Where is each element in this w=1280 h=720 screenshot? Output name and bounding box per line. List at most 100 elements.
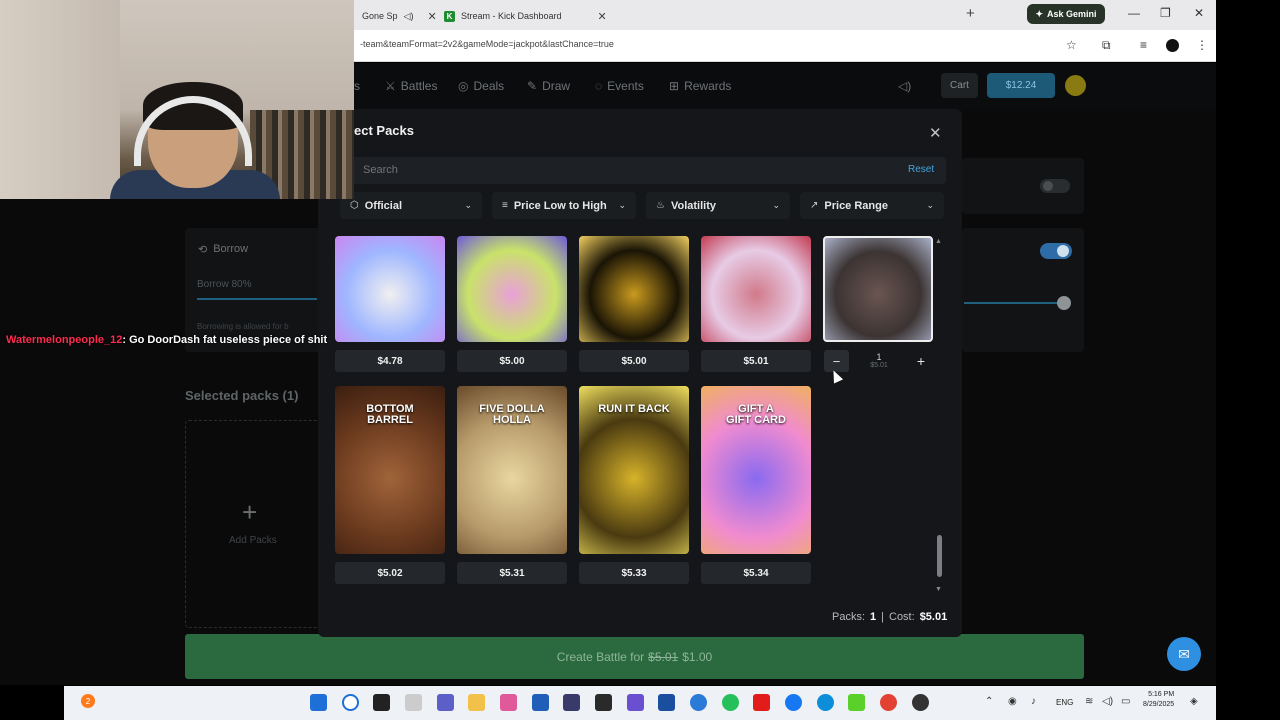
minimize-icon[interactable]: — [1128, 6, 1140, 20]
menu-kebab-icon[interactable]: ⋮ [1196, 38, 1208, 52]
filter-label: Official [364, 199, 403, 212]
profile-avatar[interactable] [1166, 39, 1179, 52]
task-view-icon[interactable] [373, 694, 390, 711]
filter-volatility[interactable]: ♨ Volatility ⌄ [646, 192, 790, 219]
chat-text: : Go DoorDash fat useless piece of shit [122, 334, 328, 346]
filter-official[interactable]: ⬡ Official ⌄ [340, 192, 482, 219]
quantity-increment-button[interactable]: + [910, 350, 932, 372]
teams-icon[interactable] [437, 694, 454, 711]
edge-icon[interactable] [817, 694, 834, 711]
youtube-icon[interactable] [753, 694, 770, 711]
filter-label: Price Range [824, 199, 888, 212]
footer-separator: | [881, 611, 884, 623]
pencil-icon: ✎ [527, 79, 538, 93]
create-battle-new-price: $1.00 [682, 649, 713, 664]
chevron-up-icon[interactable]: ⌃ [985, 696, 993, 707]
address-bar[interactable]: -team&teamFormat=2v2&gameMode=jackpot&la… [354, 30, 1216, 62]
pack-price: $5.01 [701, 350, 811, 372]
pack-price: $5.00 [457, 350, 567, 372]
scrollbar-thumb[interactable] [937, 535, 942, 577]
microphone-icon[interactable]: ♪ [1031, 696, 1036, 707]
tray-icon[interactable]: ◉ [1008, 696, 1017, 707]
nav-item-partial[interactable]: s [354, 79, 360, 93]
star-icon[interactable]: ☆ [1066, 38, 1077, 52]
scroll-up-icon[interactable]: ▲ [935, 238, 942, 245]
pack-title: BOTTOM BARREL [366, 403, 414, 426]
search-icon[interactable] [342, 694, 359, 711]
chevron-down-icon: ⌄ [772, 200, 780, 210]
restore-icon[interactable]: ❐ [1160, 6, 1171, 20]
chevron-down-icon: ⌄ [618, 200, 626, 210]
close-icon[interactable]: ✕ [598, 10, 607, 23]
app-icon[interactable] [690, 694, 707, 711]
app-icon[interactable] [912, 694, 929, 711]
media-icon[interactable]: ≡ [1140, 38, 1147, 52]
packs-label: Packs: [832, 611, 866, 623]
close-window-icon[interactable]: ✕ [1194, 6, 1204, 20]
language-indicator[interactable]: ENG [1056, 698, 1073, 707]
clock[interactable]: 5:16 PM 8/29/2025 [1143, 690, 1174, 710]
add-packs-box[interactable] [185, 420, 335, 628]
site-navbar: s ⚔ Battles ◎ Deals ✎ Draw ◌ Events ⊞ Re… [354, 63, 1216, 109]
chevron-down-icon: ⌄ [926, 200, 934, 210]
widgets-icon[interactable] [405, 694, 422, 711]
windows-start-icon[interactable] [310, 694, 327, 711]
scroll-down-icon[interactable]: ▼ [935, 586, 942, 593]
new-tab-button[interactable]: + [966, 5, 975, 22]
app-icon[interactable] [627, 694, 644, 711]
avatar[interactable] [1065, 75, 1086, 96]
chevron-down-icon: ⌄ [464, 200, 472, 210]
app-icon[interactable] [563, 694, 580, 711]
notifications-icon[interactable]: ◈ [1190, 696, 1198, 707]
nav-item-events[interactable]: ◌ Events [595, 79, 644, 93]
nav-item-draw[interactable]: ✎ Draw [527, 79, 570, 93]
filter-label: Volatility [670, 199, 716, 212]
browser-tab[interactable]: Gone Sp ◁) ✕ [354, 5, 445, 27]
nav-item-deals[interactable]: ◎ Deals [458, 79, 504, 93]
stream-chat-message: Watermelonpeople_12: Go DoorDash fat use… [6, 334, 327, 346]
battery-icon[interactable]: ▭ [1121, 696, 1130, 707]
screen: s ⚔ Battles ◎ Deals ✎ Draw ◌ Events ⊞ Re… [0, 0, 1280, 720]
app-icon[interactable] [595, 694, 612, 711]
outlook-icon[interactable] [532, 694, 549, 711]
whatsapp-icon[interactable] [722, 694, 739, 711]
speaker-icon[interactable]: ◁) [898, 79, 911, 93]
nav-item-rewards[interactable]: ⊞ Rewards [669, 79, 731, 93]
chat-support-button[interactable]: ✉ [1167, 637, 1201, 671]
file-explorer-icon[interactable] [468, 694, 485, 711]
wifi-icon[interactable]: ≋ [1085, 696, 1093, 707]
browser-tab-active[interactable]: K Stream - Kick Dashboard ✕ [436, 5, 615, 27]
search-input[interactable] [363, 164, 863, 176]
close-icon[interactable]: ✕ [929, 124, 942, 142]
cart-button[interactable]: Cart [941, 73, 978, 98]
nav-item-battles[interactable]: ⚔ Battles [385, 79, 437, 93]
chrome-icon[interactable] [880, 694, 897, 711]
slider-track[interactable] [964, 302, 1064, 304]
borrow-slider-line[interactable] [197, 298, 317, 300]
app-icon[interactable] [848, 694, 865, 711]
borrow-percentage: Borrow 80% [197, 279, 252, 290]
trend-icon: ↗ [810, 200, 819, 211]
tab-label: Stream - Kick Dashboard [461, 11, 562, 21]
nav-label: Deals [473, 79, 505, 93]
volume-icon[interactable]: ◁) [1102, 696, 1113, 707]
gift-icon: ⊞ [669, 79, 680, 93]
pack-title: RUN IT BACK [598, 403, 670, 415]
clock-date: 8/29/2025 [1143, 701, 1175, 708]
balance-button[interactable]: $12.24 [987, 73, 1055, 98]
facebook-icon[interactable] [785, 694, 802, 711]
nav-label: Battles [400, 79, 438, 93]
create-battle-button[interactable]: Create Battle for $5.01 $1.00 [185, 634, 1084, 679]
notification-badge[interactable]: 2 [81, 694, 95, 708]
slider-thumb[interactable] [1057, 296, 1071, 310]
nav-label: Rewards [684, 79, 732, 93]
url-text[interactable]: -team&teamFormat=2v2&gameMode=jackpot&la… [360, 39, 614, 49]
filter-sort[interactable]: ≡ Price Low to High ⌄ [492, 192, 636, 219]
app-icon[interactable] [658, 694, 675, 711]
reset-link[interactable]: Reset [908, 164, 934, 175]
copilot-icon[interactable] [500, 694, 517, 711]
extensions-icon[interactable]: ⧉ [1102, 38, 1111, 53]
swords-icon: ⚔ [385, 79, 396, 93]
filter-price-range[interactable]: ↗ Price Range ⌄ [800, 192, 944, 219]
ask-gemini-button[interactable]: ✦ Ask Gemini [1027, 4, 1105, 24]
